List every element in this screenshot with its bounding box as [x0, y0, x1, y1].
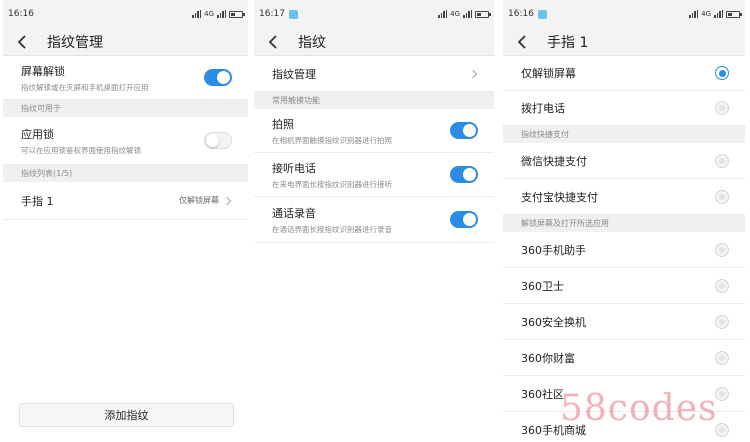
option-label: 360手机助手 [521, 243, 586, 257]
call-record-desc: 在通话界面长按指纹识别器进行录音 [272, 224, 392, 234]
status-time: 16:17 [259, 9, 285, 19]
add-fingerprint-button[interactable]: 添加指纹 [19, 403, 234, 427]
status-time: 16:16 [8, 9, 34, 19]
option-row[interactable]: 360你财富 [503, 340, 745, 376]
screen-unlock-row[interactable]: 屏幕解锁 指纹解锁或在灭屏和手机桌面打开应用 [3, 56, 248, 100]
photo-label: 拍照 [272, 117, 294, 131]
network-type: 4G [701, 10, 711, 18]
signal-icon [689, 10, 699, 18]
network-type: 4G [450, 10, 460, 18]
radio[interactable] [715, 153, 729, 168]
status-bar: 16:16 4G [503, 0, 745, 28]
app-lock-row[interactable]: 应用锁 可以在应用锁鉴权界面使用指纹解锁 [3, 117, 248, 165]
finger-1-label: 手指 1 [21, 194, 54, 208]
option-label: 支付宝快捷支付 [521, 190, 598, 204]
radio-selected[interactable] [715, 66, 729, 80]
signal-icon-2 [714, 10, 723, 18]
section-fingerprint-list: 指纹列表(1/5) [3, 165, 248, 182]
radio[interactable] [715, 422, 729, 437]
battery-icon [726, 10, 742, 18]
network-type: 4G [204, 10, 214, 18]
signal-icon [192, 10, 202, 18]
status-time: 16:16 [508, 9, 534, 19]
signal-icon-2 [217, 10, 226, 18]
back-icon[interactable] [17, 33, 35, 51]
back-icon[interactable] [268, 33, 286, 51]
option-label: 360安全换机 [521, 315, 586, 329]
page-title: 指纹管理 [47, 34, 103, 51]
option-row[interactable]: 支付宝快捷支付 [503, 179, 745, 215]
option-label: 360你财富 [521, 351, 575, 365]
radio[interactable] [715, 101, 729, 115]
option-list-top: 仅解锁屏幕 拨打电话 [503, 56, 745, 126]
radio[interactable] [715, 189, 729, 204]
header: 手指 1 [503, 28, 745, 56]
status-bar: 16:17 4G [254, 0, 494, 28]
option-label: 360手机商城 [521, 423, 586, 437]
signal-icon [438, 10, 448, 18]
photo-toggle[interactable] [450, 122, 478, 139]
radio[interactable] [715, 242, 729, 257]
fingerprint-manage-row[interactable]: 指纹管理 [254, 56, 494, 92]
option-row[interactable]: 拨打电话 [503, 91, 745, 126]
screen-unlock-label: 屏幕解锁 [21, 64, 65, 78]
option-label: 360社区 [521, 387, 564, 401]
chevron-right-icon [226, 196, 232, 205]
option-row[interactable]: 360社区 [503, 376, 745, 412]
answer-call-desc: 在来电界面长按指纹识别器进行接听 [272, 179, 392, 189]
app-lock-toggle[interactable] [204, 132, 232, 149]
finger-1-value: 仅解锁屏幕 [179, 196, 219, 205]
page-title: 手指 1 [547, 34, 589, 51]
answer-call-label: 接听电话 [272, 161, 316, 175]
radio[interactable] [715, 350, 729, 365]
finger-1-row[interactable]: 手指 1 仅解锁屏幕 [3, 182, 248, 220]
status-bar: 16:16 4G [3, 0, 248, 28]
option-row[interactable]: 360安全换机 [503, 304, 745, 340]
notification-icon [537, 9, 547, 19]
option-label: 拨打电话 [521, 102, 565, 115]
option-label: 微信快捷支付 [521, 154, 587, 168]
option-label: 仅解锁屏幕 [521, 67, 576, 80]
photo-row[interactable]: 拍照 在相机界面触摸指纹识别器进行拍照 [254, 109, 494, 153]
photo-desc: 在相机界面触摸指纹识别器进行拍照 [272, 135, 392, 145]
option-row[interactable]: 360卫士 [503, 268, 745, 304]
option-label: 360卫士 [521, 279, 564, 293]
back-icon[interactable] [517, 33, 535, 51]
app-lock-desc: 可以在应用锁鉴权界面使用指纹解锁 [21, 145, 141, 155]
fingerprint-screen: 16:17 4G 指纹 指纹管理 常用触摸功能 拍照 在相机界面触摸指纹识别器进… [254, 0, 494, 442]
call-record-row[interactable]: 通话录音 在通话界面长按指纹识别器进行录音 [254, 197, 494, 243]
section-touch-functions: 常用触摸功能 [254, 92, 494, 109]
signal-icon-2 [463, 10, 472, 18]
option-row[interactable]: 360手机助手 [503, 232, 745, 268]
call-record-toggle[interactable] [450, 211, 478, 228]
fingerprint-management-screen: 16:16 4G 指纹管理 屏幕解锁 指纹解锁或在灭屏和手机桌面打开应用 指纹可… [3, 0, 248, 442]
option-list-pay: 微信快捷支付 支付宝快捷支付 [503, 143, 745, 215]
radio[interactable] [715, 314, 729, 329]
header: 指纹管理 [3, 28, 248, 56]
answer-call-row[interactable]: 接听电话 在来电界面长按指纹识别器进行接听 [254, 153, 494, 197]
header: 指纹 [254, 28, 494, 56]
section-unlock-open-app: 解锁屏幕及打开所选应用 [503, 215, 745, 232]
finger-1-screen: 16:16 4G 手指 1 仅解锁屏幕 拨打电话 指纹快捷支付 微信快捷支付 支… [503, 0, 745, 442]
radio[interactable] [715, 386, 729, 401]
option-row[interactable]: 微信快捷支付 [503, 143, 745, 179]
call-record-label: 通话录音 [272, 206, 316, 220]
section-usable-for: 指纹可用于 [3, 100, 248, 117]
answer-call-toggle[interactable] [450, 166, 478, 183]
battery-icon [229, 10, 245, 18]
option-row[interactable]: 仅解锁屏幕 [503, 56, 745, 91]
app-lock-label: 应用锁 [21, 127, 54, 141]
radio[interactable] [715, 278, 729, 293]
screen-unlock-toggle[interactable] [204, 69, 232, 86]
notification-icon [288, 9, 298, 19]
battery-icon [475, 10, 491, 18]
option-row[interactable]: 360手机商城 [503, 412, 745, 442]
screen-unlock-desc: 指纹解锁或在灭屏和手机桌面打开应用 [21, 82, 149, 92]
option-list-apps: 360手机助手 360卫士 360安全换机 360你财富 360社区 360手机… [503, 232, 745, 442]
page-title: 指纹 [298, 34, 326, 51]
section-quick-pay: 指纹快捷支付 [503, 126, 745, 143]
chevron-right-icon [472, 69, 478, 78]
fingerprint-manage-label: 指纹管理 [272, 67, 316, 81]
